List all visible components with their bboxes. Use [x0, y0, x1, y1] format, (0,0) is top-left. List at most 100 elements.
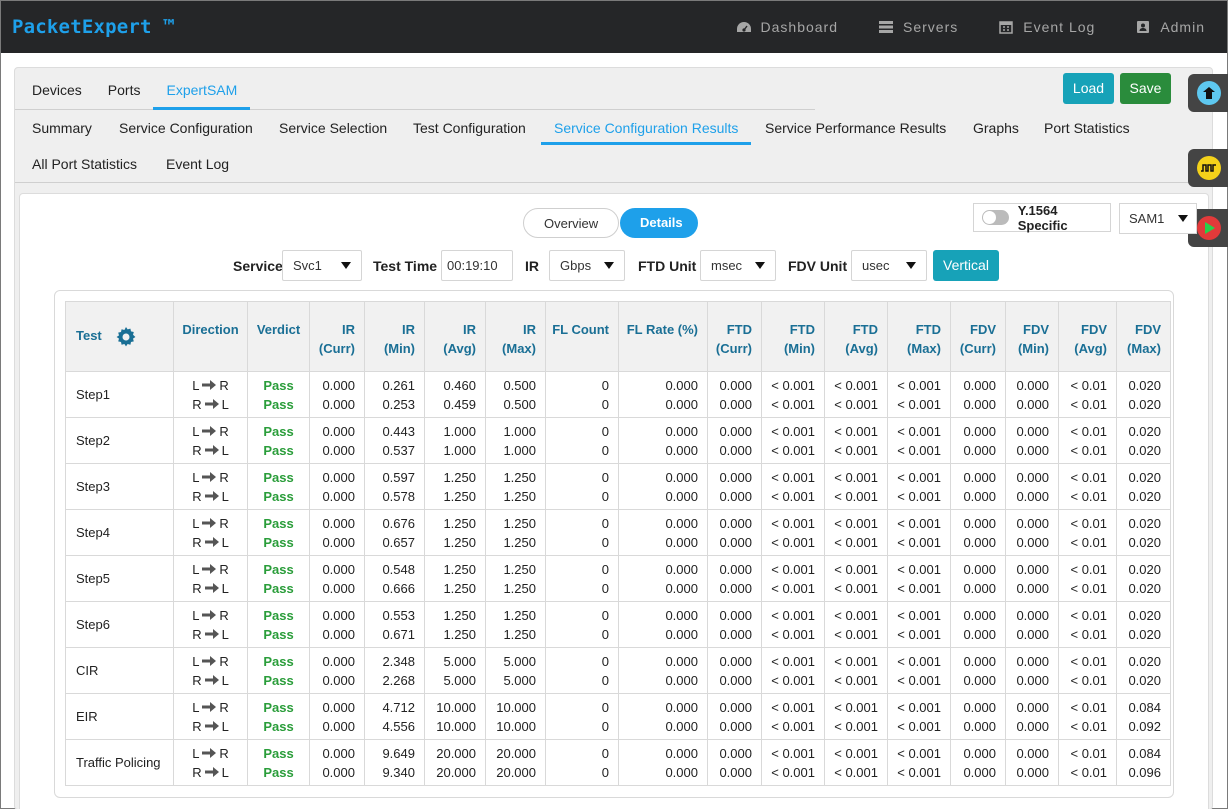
arrow-right-icon: [202, 748, 217, 758]
tab-ports[interactable]: Ports: [95, 68, 154, 110]
direction-from: L: [192, 423, 200, 439]
tab-service-configuration-results[interactable]: Service Configuration Results: [541, 111, 752, 145]
tab-port-statistics[interactable]: Port Statistics: [1031, 111, 1143, 145]
test-name-cell: Traffic Policing: [65, 739, 174, 786]
tab-devices[interactable]: Devices: [15, 68, 95, 110]
table-row: Traffic Policing L R R L Pass Pass 0.000 0.000 9.…: [65, 739, 1171, 786]
nav-dashboard-label: Dashboard: [760, 19, 839, 35]
direction-value: RL: [174, 395, 247, 414]
verdict-cell: Pass Pass: [247, 601, 310, 648]
cell-value: 5.000: [503, 653, 536, 669]
ftd-unit-select[interactable]: msec: [700, 250, 776, 281]
value-cell: 0.000 0.000: [618, 417, 708, 464]
value-cell: 0.000 0.000: [618, 739, 708, 786]
tab-event-log[interactable]: Event Log: [153, 147, 242, 181]
verdict-value: Pass: [263, 561, 294, 577]
cell-value: 1.250: [503, 607, 536, 623]
nav-servers[interactable]: Servers: [878, 19, 958, 35]
cell-value: 0.000: [322, 396, 355, 412]
side-network-button[interactable]: [1188, 74, 1228, 112]
brand-logo[interactable]: PacketExpert ™: [12, 16, 175, 38]
value-cell: 0.000 0.000: [707, 647, 762, 694]
top-navbar: PacketExpert ™ Dashboard Servers Event L…: [1, 1, 1227, 53]
value-cell: < 0.001 < 0.001: [887, 509, 951, 556]
ftd-unit-value: msec: [711, 258, 743, 273]
cell-value: < 0.001: [834, 580, 878, 596]
fdv-unit-select[interactable]: usec: [851, 250, 927, 281]
value-cell: 0.443 0.537: [364, 417, 425, 464]
cell-value: 9.340: [382, 764, 415, 780]
value-cell: < 0.001 < 0.001: [761, 647, 825, 694]
nav-admin[interactable]: Admin: [1135, 19, 1205, 35]
tab-summary[interactable]: Summary: [19, 111, 105, 145]
cell-value: < 0.001: [771, 442, 815, 458]
tab-expertsam[interactable]: ExpertSAM: [153, 68, 251, 110]
side-waveform-button[interactable]: [1188, 149, 1228, 187]
tab-service-selection[interactable]: Service Selection: [266, 111, 400, 145]
verdict-value: Pass: [263, 469, 294, 485]
column-header-ftd-min: FTD (Min): [761, 301, 825, 372]
load-button[interactable]: Load: [1063, 73, 1114, 104]
sam-select[interactable]: SAM1: [1119, 203, 1197, 234]
value-cell: 0.000 0.000: [707, 463, 762, 510]
value-cell: 1.250 1.250: [485, 509, 546, 556]
cell-value: 2.268: [382, 672, 415, 688]
value-cell: 0.000 0.000: [618, 371, 708, 418]
overview-toggle-button[interactable]: Overview: [523, 208, 619, 238]
test-time-field[interactable]: 00:19:10: [441, 250, 513, 281]
direction-to: R: [219, 469, 229, 485]
column-header-label: FDV: [1135, 322, 1161, 337]
cell-value: < 0.001: [771, 534, 815, 550]
column-header-ftd-max: FTD (Max): [887, 301, 951, 372]
cell-value: 0.000: [322, 626, 355, 642]
cell-value: < 0.001: [834, 699, 878, 715]
service-select[interactable]: Svc1: [282, 250, 362, 281]
cell-value: 0.253: [382, 396, 415, 412]
cell-value: 0: [601, 626, 609, 642]
secondary-tabs: Summary Service Configuration Service Se…: [15, 111, 1214, 183]
column-header-fdv-curr: FDV (Curr): [950, 301, 1006, 372]
cell-value: 0.671: [382, 626, 415, 642]
cell-value: 10.000: [436, 718, 476, 734]
value-cell: < 0.001 < 0.001: [887, 693, 951, 740]
column-header-label: (Min): [383, 341, 415, 356]
tab-all-port-statistics[interactable]: All Port Statistics: [19, 147, 150, 181]
cell-value: < 0.001: [834, 718, 878, 734]
vertical-button[interactable]: Vertical: [933, 250, 999, 281]
cell-value: 1.250: [443, 469, 476, 485]
cell-value: < 0.01: [1070, 442, 1107, 458]
cell-value: 0.000: [1016, 396, 1049, 412]
tab-test-configuration[interactable]: Test Configuration: [400, 111, 539, 145]
test-name-cell: Step6: [65, 601, 174, 648]
details-toggle-button[interactable]: Details: [620, 208, 698, 238]
cell-value: 0.000: [665, 580, 698, 596]
cell-value: 1.000: [443, 442, 476, 458]
save-button[interactable]: Save: [1120, 73, 1171, 104]
cell-value: 0.000: [1016, 469, 1049, 485]
ir-unit-select[interactable]: Gbps: [549, 250, 625, 281]
tab-graphs[interactable]: Graphs: [960, 111, 1032, 145]
cell-value: 0.000: [719, 626, 752, 642]
direction-to: L: [221, 534, 229, 550]
toggle-switch[interactable]: [982, 210, 1009, 225]
view-toggle: Overview Details: [523, 208, 698, 238]
y1564-specific-toggle[interactable]: Y.1564 Specific: [973, 202, 1111, 233]
cell-value: < 0.001: [834, 626, 878, 642]
direction-value: RL: [174, 533, 247, 552]
direction-value: LR: [174, 376, 247, 395]
tab-service-performance-results[interactable]: Service Performance Results: [752, 111, 959, 145]
cell-value: 0.000: [963, 442, 996, 458]
gear-icon[interactable]: [116, 326, 136, 347]
value-cell: 1.250 1.250: [424, 555, 486, 602]
verdict-value: Pass: [263, 534, 294, 550]
cell-value: < 0.001: [771, 515, 815, 531]
value-cell: 0.000 0.000: [309, 417, 365, 464]
column-header-label: FL Count: [552, 322, 609, 337]
y1564-label: Y.1564 Specific: [1017, 202, 1068, 233]
value-cell: < 0.001 < 0.001: [824, 417, 888, 464]
nav-dashboard[interactable]: Dashboard: [736, 19, 839, 35]
cell-value: 0.548: [382, 561, 415, 577]
nav-event-log[interactable]: Event Log: [998, 19, 1095, 35]
tab-service-configuration[interactable]: Service Configuration: [106, 111, 266, 145]
value-cell: 1.250 1.250: [485, 601, 546, 648]
